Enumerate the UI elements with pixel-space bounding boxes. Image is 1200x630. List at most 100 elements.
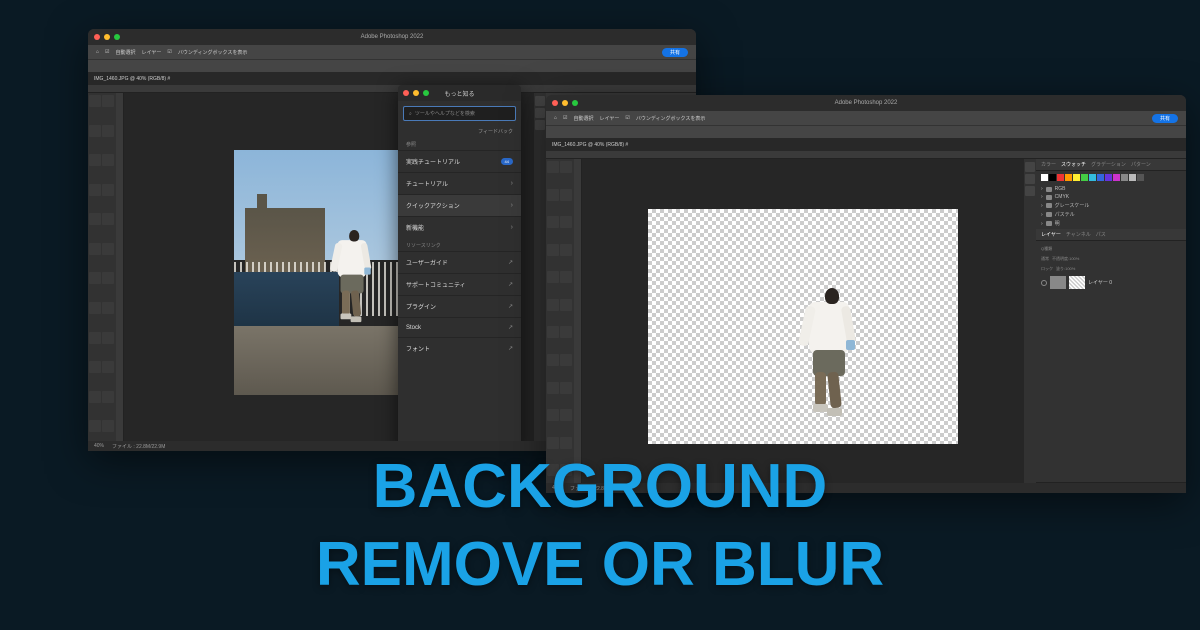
titlebar[interactable]: Adobe Photoshop 2022 [88,29,696,45]
eyedropper-tool-icon[interactable] [89,184,101,196]
layers-panel[interactable]: Q種類 通常 不透明度:100% ロック 塗り:100% レイヤー 0 [1036,241,1186,482]
blur-tool-icon[interactable] [102,272,114,284]
heal-tool-icon[interactable] [102,184,114,196]
app-menubar[interactable]: ⌂ ☑ 自動選択 レイヤー ☑ バウンディングボックスを表示 共有 [88,45,696,59]
tab-channels[interactable]: チャンネル [1066,231,1091,238]
visibility-icon[interactable] [1041,280,1047,286]
minimize-icon[interactable] [413,90,419,96]
tab-paths[interactable]: パス [1096,231,1106,238]
options-bar[interactable] [546,125,1186,138]
dodge-tool-icon[interactable] [547,354,559,366]
layer-dropdown[interactable]: レイヤー [142,49,162,56]
swatch[interactable] [1057,174,1064,181]
crop-tool-icon[interactable] [89,154,101,166]
frame-tool-icon[interactable] [560,216,572,228]
panel-icon[interactable] [1025,174,1035,184]
discover-item-support[interactable]: サポートコミュニティ [398,273,521,295]
heal-tool-icon[interactable] [560,244,572,256]
shape-tool-icon[interactable] [89,361,101,373]
layer-name[interactable]: レイヤー 0 [1088,279,1112,286]
zoom-tool-icon[interactable] [89,391,101,403]
move-tool-icon[interactable] [547,161,559,173]
layer-dropdown[interactable]: レイヤー [600,115,620,122]
close-icon[interactable] [552,100,558,106]
right-panels[interactable]: カラー スウォッチ グラデーション パターン ›RGB›CMYK›グレースケール… [1036,159,1186,493]
tab-color[interactable]: カラー [1041,161,1056,168]
auto-select-check[interactable]: ☑ [563,115,567,121]
canvas[interactable] [582,159,1024,493]
feedback-link[interactable]: フィードバック [398,126,521,137]
tab-patterns[interactable]: パターン [1131,161,1151,168]
path-tool-icon[interactable] [102,332,114,344]
hand-tool-icon[interactable] [560,409,572,421]
shape-tool-icon[interactable] [547,409,559,421]
maximize-icon[interactable] [572,100,578,106]
panel-icon[interactable] [535,108,545,118]
path-tool-icon[interactable] [560,382,572,394]
quickmask-icon[interactable] [102,420,114,432]
eraser-tool-icon[interactable] [560,299,572,311]
swatch[interactable] [1081,174,1088,181]
frame-tool-icon[interactable] [102,154,114,166]
discover-item-hands-on[interactable]: 実践チュートリアル 44 [398,150,521,172]
swatch[interactable] [1105,174,1112,181]
blur-tool-icon[interactable] [560,326,572,338]
discover-item-plugins[interactable]: プラグイン [398,295,521,317]
panel-icon[interactable] [535,120,545,130]
discover-item-quick-actions[interactable]: クイックアクション› [398,194,521,216]
ruler-vertical[interactable] [574,159,582,493]
discover-panel[interactable]: もっと知る ツールやヘルプなどを検索 フィードバック 参照 実践チュートリアル … [398,85,521,451]
app-menubar[interactable]: ⌂ ☑ 自動選択 レイヤー ☑ バウンディングボックスを表示 共有 [546,111,1186,125]
swatch[interactable] [1137,174,1144,181]
minimize-icon[interactable] [562,100,568,106]
maximize-icon[interactable] [423,90,429,96]
swatch[interactable] [1113,174,1120,181]
swatch-folder[interactable]: ›RGB [1041,186,1181,192]
dodge-tool-icon[interactable] [89,302,101,314]
close-icon[interactable] [94,34,100,40]
titlebar[interactable]: Adobe Photoshop 2022 [546,95,1186,111]
discover-item-fonts[interactable]: フォント [398,337,521,359]
auto-select-check[interactable]: ☑ [105,49,109,55]
edit-toolbar-icon[interactable] [560,437,572,449]
bbox-check[interactable]: ☑ [625,115,629,121]
brush-tool-icon[interactable] [89,213,101,225]
discover-item-tutorials[interactable]: チュートリアル› [398,172,521,194]
options-bar[interactable] [88,59,696,72]
pen-tool-icon[interactable] [560,354,572,366]
share-button[interactable]: 共有 [662,48,688,57]
doc-tab-row[interactable]: IMG_1460.JPG @ 40% (RGB/8) # [88,72,696,85]
ruler-horizontal[interactable] [546,151,1186,159]
doc-tab[interactable]: IMG_1460.JPG @ 40% (RGB/8) # [94,76,170,82]
traffic-lights[interactable] [94,34,120,40]
lasso-tool-icon[interactable] [89,125,101,137]
swatch[interactable] [1041,174,1048,181]
discover-search-input[interactable]: ツールやヘルプなどを検索 [403,106,516,121]
swatch[interactable] [1049,174,1056,181]
marquee-tool-icon[interactable] [102,95,114,107]
layer-row[interactable]: レイヤー 0 [1041,274,1181,291]
tab-layers[interactable]: レイヤー [1041,231,1061,238]
swatch-folder[interactable]: ›パステル [1041,211,1181,218]
doc-tab-row[interactable]: IMG_1460.JPG @ 40% (RGB/8) # [546,138,1186,151]
doc-tab[interactable]: IMG_1460.JPG @ 40% (RGB/8) # [552,142,628,148]
tool-palette[interactable] [546,159,574,493]
panel-icon[interactable] [1025,186,1035,196]
eraser-tool-icon[interactable] [102,243,114,255]
tab-gradients[interactable]: グラデーション [1091,161,1126,168]
lasso-tool-icon[interactable] [547,189,559,201]
brush-tool-icon[interactable] [547,271,559,283]
panel-icon[interactable] [1025,162,1035,172]
traffic-lights[interactable] [552,100,578,106]
minimize-icon[interactable] [104,34,110,40]
swatch-folder[interactable]: ›明 [1041,220,1181,227]
stamp-tool-icon[interactable] [102,213,114,225]
swatch[interactable] [1097,174,1104,181]
home-icon[interactable]: ⌂ [554,115,557,121]
swatch[interactable] [1065,174,1072,181]
pen-tool-icon[interactable] [102,302,114,314]
discover-item-user-guide[interactable]: ユーザーガイド [398,251,521,273]
text-tool-icon[interactable] [547,382,559,394]
discover-item-whats-new[interactable]: 新機能› [398,216,521,238]
crop-tool-icon[interactable] [547,216,559,228]
